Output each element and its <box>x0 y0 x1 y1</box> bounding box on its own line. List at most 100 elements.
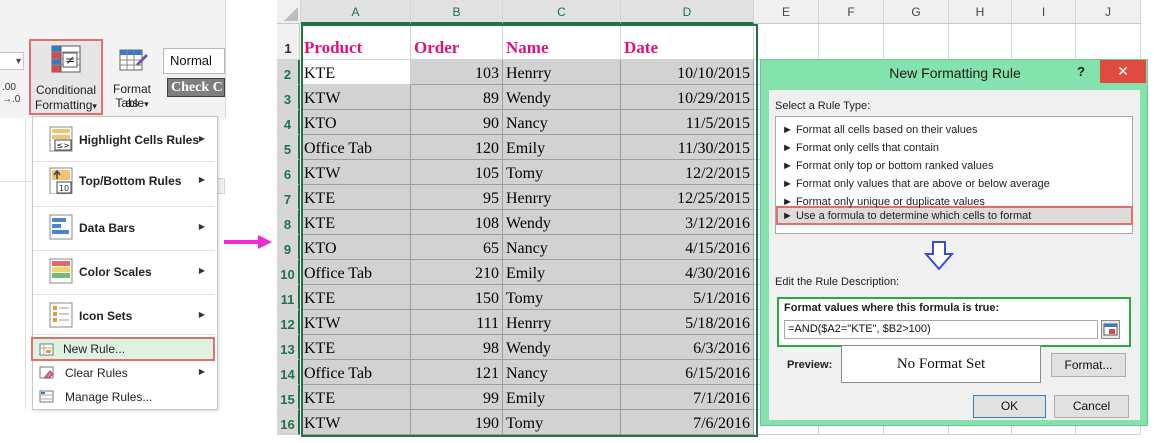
data-cell[interactable]: 7/6/2016 <box>621 410 754 435</box>
conditional-formatting-button[interactable]: ≠ Conditional Formatting▾ <box>29 39 103 115</box>
menu-item-clear-rules[interactable]: Clear Rules ▶ <box>33 362 215 384</box>
close-button[interactable]: ✕ <box>1100 60 1146 83</box>
column-header[interactable]: J <box>1076 0 1141 24</box>
column-header[interactable]: E <box>754 0 819 24</box>
data-cell[interactable]: 120 <box>411 135 503 160</box>
data-cell[interactable]: 190 <box>411 410 503 435</box>
data-cell[interactable]: Henrry <box>503 60 621 85</box>
data-cell[interactable]: KTE <box>301 385 411 410</box>
data-cell[interactable]: 6/3/2016 <box>621 335 754 360</box>
data-cell[interactable]: KTW <box>301 410 411 435</box>
empty-cell[interactable] <box>819 24 884 60</box>
header-cell[interactable]: Name <box>503 24 621 60</box>
data-cell[interactable]: Office Tab <box>301 360 411 385</box>
data-cell[interactable]: 11/30/2015 <box>621 135 754 160</box>
data-cell[interactable]: Wendy <box>503 210 621 235</box>
row-header[interactable]: 15 <box>277 385 300 410</box>
data-cell[interactable]: KTE <box>301 185 411 210</box>
data-cell[interactable]: Emily <box>503 385 621 410</box>
formula-input[interactable]: =AND($A2="KTE", $B2>100) <box>784 320 1098 339</box>
data-cell[interactable]: 103 <box>411 60 503 85</box>
empty-cell[interactable] <box>754 24 819 60</box>
decrease-decimal-stub[interactable]: .00 <box>2 82 16 93</box>
empty-cell[interactable] <box>884 24 949 60</box>
data-cell[interactable]: Wendy <box>503 85 621 110</box>
header-cell[interactable]: Product <box>301 24 411 60</box>
ok-button[interactable]: OK <box>973 395 1046 418</box>
data-cell[interactable]: 99 <box>411 385 503 410</box>
row-header[interactable]: 7 <box>277 185 300 210</box>
data-cell[interactable]: 105 <box>411 160 503 185</box>
column-header[interactable]: D <box>621 0 754 24</box>
data-cell[interactable]: KTW <box>301 160 411 185</box>
data-cell[interactable]: KTE <box>301 335 411 360</box>
data-cell[interactable]: Tomy <box>503 410 621 435</box>
data-cell[interactable]: 6/15/2016 <box>621 360 754 385</box>
column-header[interactable]: A <box>301 0 411 24</box>
data-cell[interactable]: 10/29/2015 <box>621 85 754 110</box>
menu-item-highlight-cells-rules[interactable]: ≤> Highlight Cells Rules ▶ <box>33 121 215 157</box>
empty-cell[interactable] <box>1012 24 1076 60</box>
row-header[interactable]: 2 <box>277 60 300 85</box>
format-as-table-button[interactable]: Format as Table▾ <box>106 44 158 114</box>
data-cell[interactable]: 10/10/2015 <box>621 60 754 85</box>
data-cell[interactable]: KTE <box>301 285 411 310</box>
data-cell[interactable]: Henrry <box>503 185 621 210</box>
data-cell[interactable]: 65 <box>411 235 503 260</box>
rule-type-item[interactable]: ► Format only top or bottom ranked value… <box>782 160 993 172</box>
collapse-dialog-button[interactable] <box>1101 320 1120 339</box>
data-cell[interactable]: Nancy <box>503 235 621 260</box>
column-header[interactable]: C <box>503 0 621 24</box>
data-cell[interactable]: Office Tab <box>301 135 411 160</box>
rule-type-item[interactable]: ► Format only unique or duplicate values <box>782 196 985 208</box>
data-cell[interactable]: 121 <box>411 360 503 385</box>
row-header[interactable]: 6 <box>277 160 300 185</box>
menu-item-icon-sets[interactable]: Icon Sets ▶ <box>33 297 215 333</box>
data-cell[interactable]: KTO <box>301 235 411 260</box>
menu-item-manage-rules[interactable]: Manage Rules... <box>33 386 215 408</box>
column-header[interactable]: F <box>819 0 884 24</box>
row-header[interactable]: 13 <box>277 335 300 360</box>
cancel-button[interactable]: Cancel <box>1054 395 1129 418</box>
row-header[interactable]: 14 <box>277 360 300 385</box>
data-cell[interactable]: 5/1/2016 <box>621 285 754 310</box>
menu-item-new-rule[interactable]: New Rule... <box>31 337 215 361</box>
select-all-corner[interactable] <box>277 0 301 24</box>
cell-style-normal[interactable]: Normal <box>163 48 225 74</box>
data-cell[interactable]: 12/2/2015 <box>621 160 754 185</box>
row-header[interactable]: 3 <box>277 85 300 110</box>
data-cell[interactable]: Emily <box>503 135 621 160</box>
header-cell[interactable]: Order <box>411 24 503 60</box>
menu-item-data-bars[interactable]: Data Bars ▶ <box>33 209 215 245</box>
decimal-arrow-stub[interactable]: →.0 <box>2 94 20 105</box>
column-header[interactable]: I <box>1012 0 1076 24</box>
row-header[interactable]: 16 <box>277 410 300 435</box>
data-cell[interactable]: Tomy <box>503 285 621 310</box>
data-cell[interactable]: KTO <box>301 110 411 135</box>
data-cell[interactable]: 111 <box>411 310 503 335</box>
rule-type-item[interactable]: ► Format only values that are above or b… <box>782 178 1050 190</box>
data-cell[interactable]: 4/15/2016 <box>621 235 754 260</box>
data-cell[interactable]: 90 <box>411 110 503 135</box>
data-cell[interactable]: KTE <box>301 60 411 85</box>
column-header[interactable]: G <box>884 0 949 24</box>
data-cell[interactable]: Office Tab <box>301 260 411 285</box>
row-header[interactable]: 10 <box>277 260 300 285</box>
rule-type-item[interactable]: ► Format only cells that contain <box>782 142 939 154</box>
data-cell[interactable]: Wendy <box>503 335 621 360</box>
data-cell[interactable]: 89 <box>411 85 503 110</box>
menu-item-color-scales[interactable]: Color Scales ▶ <box>33 253 215 289</box>
row-header[interactable]: 12 <box>277 310 300 335</box>
data-cell[interactable]: Henrry <box>503 310 621 335</box>
row-header[interactable]: 8 <box>277 210 300 235</box>
row-header[interactable]: 1 <box>277 24 300 60</box>
data-cell[interactable]: 108 <box>411 210 503 235</box>
menu-item-top-bottom-rules[interactable]: 10 Top/Bottom Rules ▶ <box>33 164 215 200</box>
column-header[interactable]: H <box>949 0 1012 24</box>
format-button[interactable]: Format... <box>1051 353 1126 377</box>
data-cell[interactable]: Emily <box>503 260 621 285</box>
row-header[interactable]: 5 <box>277 135 300 160</box>
data-cell[interactable]: Nancy <box>503 110 621 135</box>
column-header[interactable]: B <box>411 0 503 24</box>
data-cell[interactable]: 98 <box>411 335 503 360</box>
